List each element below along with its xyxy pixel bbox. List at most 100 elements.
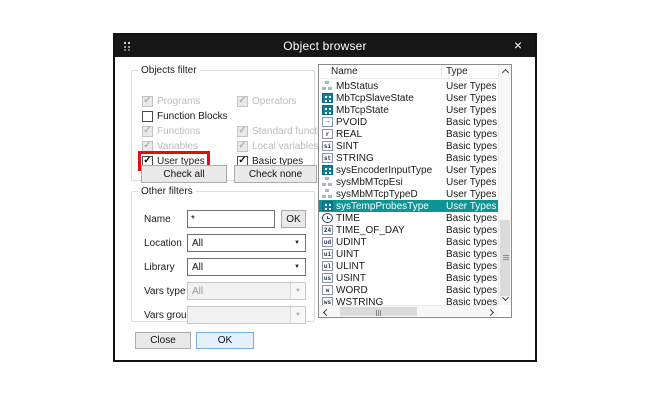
filter-checkbox-item[interactable]: ✓ Function Blocks (141, 109, 230, 123)
table-row[interactable]: sysMbMTcpTypeD User Types (319, 188, 498, 200)
table-row[interactable]: ud UDINT Basic types (319, 236, 498, 248)
checkmark-icon: ✓ (238, 156, 246, 165)
row-name: sysMbMTcpEsi (336, 177, 403, 188)
name-filter-input[interactable] (187, 210, 275, 228)
checkbox[interactable]: ✓ (142, 141, 153, 152)
dialog-body: Objects filter ✓ Programs ✓ Operators ✓ (115, 57, 535, 360)
ul-icon: ul (322, 261, 333, 271)
row-type: Basic types (446, 285, 497, 296)
table-row[interactable]: MbTcpSlaveState User Types (319, 92, 498, 104)
dropdown[interactable]: ▼ (187, 306, 306, 324)
dropdown[interactable]: All ▼ (187, 234, 306, 252)
filter-checkbox-grid: ✓ Programs ✓ Operators ✓ Function Blocks (141, 94, 322, 168)
row-type: Basic types (446, 141, 497, 152)
column-header-type[interactable]: Type (446, 66, 468, 77)
table-row[interactable]: → PVOID Basic types (319, 116, 498, 128)
table-row[interactable]: MbStatus User Types (319, 80, 498, 92)
vertical-scroll-thumb[interactable] (500, 220, 510, 296)
checkbox[interactable]: ✓ (142, 96, 153, 107)
checkbox[interactable]: ✓ (237, 141, 248, 152)
close-icon[interactable]: × (509, 35, 527, 57)
struct-icon (322, 189, 333, 199)
checkbox[interactable]: ✓ (237, 96, 248, 107)
checkmark-icon: ✓ (143, 156, 151, 165)
row-name: STRING (336, 153, 374, 164)
row-name: TIME (336, 213, 360, 224)
dropdown[interactable]: All ▼ (187, 282, 306, 300)
row-type: Basic types (446, 297, 497, 306)
t24-icon: 24 (322, 225, 333, 235)
st-icon: st (322, 153, 333, 163)
close-button[interactable]: Close (135, 332, 191, 349)
table-row[interactable]: r REAL Basic types (319, 128, 498, 140)
table-row[interactable]: w WORD Basic types (319, 284, 498, 296)
scroll-down-icon[interactable] (499, 293, 512, 305)
row-name: USINT (336, 273, 366, 284)
checkbox[interactable]: ✓ (142, 126, 153, 137)
row-type: User Types (446, 201, 496, 212)
table-row[interactable]: ui UINT Basic types (319, 248, 498, 260)
struct-icon (322, 81, 333, 91)
horizontal-scroll-thumb[interactable] (340, 307, 417, 316)
horizontal-scrollbar[interactable] (319, 305, 498, 317)
combo-label: Library (144, 262, 175, 273)
objects-filter-legend: Objects filter (138, 65, 200, 76)
vertical-scrollbar[interactable] (498, 65, 511, 305)
column-header-name[interactable]: Name (331, 66, 358, 77)
scroll-up-icon[interactable] (499, 65, 512, 77)
row-name: MbStatus (336, 81, 378, 92)
table-row[interactable]: si SINT Basic types (319, 140, 498, 152)
object-browser-dialog: Object browser × Objects filter ✓ Progra… (113, 33, 537, 362)
dropdown[interactable]: All ▼ (187, 258, 306, 276)
chevron-down-icon: ▼ (290, 307, 305, 323)
checkbox[interactable]: ✓ (237, 126, 248, 137)
table-row[interactable]: ul ULINT Basic types (319, 260, 498, 272)
checkmark-icon: ✓ (238, 96, 246, 105)
row-type: User Types (446, 165, 496, 176)
checkbox-label: Variables (157, 141, 198, 152)
check-none-button[interactable]: Check none (234, 165, 317, 183)
name-filter-row: Name OK (132, 210, 314, 228)
dropdown-value: All (188, 238, 294, 249)
chevron-down-icon: ▼ (290, 283, 305, 299)
filter-checkbox-item[interactable]: ✓ Functions (141, 124, 202, 138)
check-buttons: Check all Check none (141, 165, 317, 183)
table-row[interactable]: st STRING Basic types (319, 152, 498, 164)
filter-checkbox-item[interactable]: ✓ Local variables (236, 139, 321, 153)
row-type: Basic types (446, 213, 497, 224)
table-row[interactable]: sysMbMTcpEsi User Types (319, 176, 498, 188)
combo-filter-row: Vars group ▼ (132, 306, 314, 324)
row-type: User Types (446, 189, 496, 200)
filter-checkbox-item[interactable]: ✓ Operators (236, 94, 298, 108)
row-name: UDINT (336, 237, 367, 248)
table-row[interactable]: sysEncoderInputType User Types (319, 164, 498, 176)
table-row[interactable]: ws WSTRING Basic types (319, 296, 498, 305)
dropdown-value: All (188, 262, 294, 273)
scroll-left-icon[interactable] (319, 306, 331, 318)
ok-button[interactable]: OK (196, 332, 254, 349)
checkbox-label: Operators (252, 96, 296, 107)
checkbox[interactable]: ✓ (142, 111, 153, 122)
name-ok-button[interactable]: OK (281, 210, 306, 228)
checkbox-label: Functions (157, 126, 200, 137)
combo-filter-row: Location All ▼ (132, 234, 314, 252)
table-row[interactable]: 24 TIME_OF_DAY Basic types (319, 224, 498, 236)
table-row[interactable]: us USINT Basic types (319, 272, 498, 284)
row-type: Basic types (446, 261, 497, 272)
table-row[interactable]: sysTempProbesType User Types (319, 200, 498, 212)
enum-icon (322, 93, 333, 103)
row-type: Basic types (446, 117, 497, 128)
row-name: MbTcpSlaveState (336, 93, 414, 104)
row-name: PVOID (336, 117, 367, 128)
row-name: REAL (336, 129, 362, 140)
scroll-right-icon[interactable] (486, 306, 498, 318)
table-row[interactable]: TIME Basic types (319, 212, 498, 224)
list-header: Name Type (319, 65, 511, 79)
row-name: sysEncoderInputType (336, 165, 432, 176)
check-all-button[interactable]: Check all (141, 165, 227, 183)
filter-checkbox-item[interactable]: ✓ Programs (141, 94, 202, 108)
filter-checkbox-item[interactable]: ✓ Variables (141, 139, 200, 153)
list-rows: MbStatus User Types MbTcpSlaveState User… (319, 80, 498, 305)
checkmark-icon: ✓ (238, 141, 246, 150)
table-row[interactable]: MbTcpState User Types (319, 104, 498, 116)
